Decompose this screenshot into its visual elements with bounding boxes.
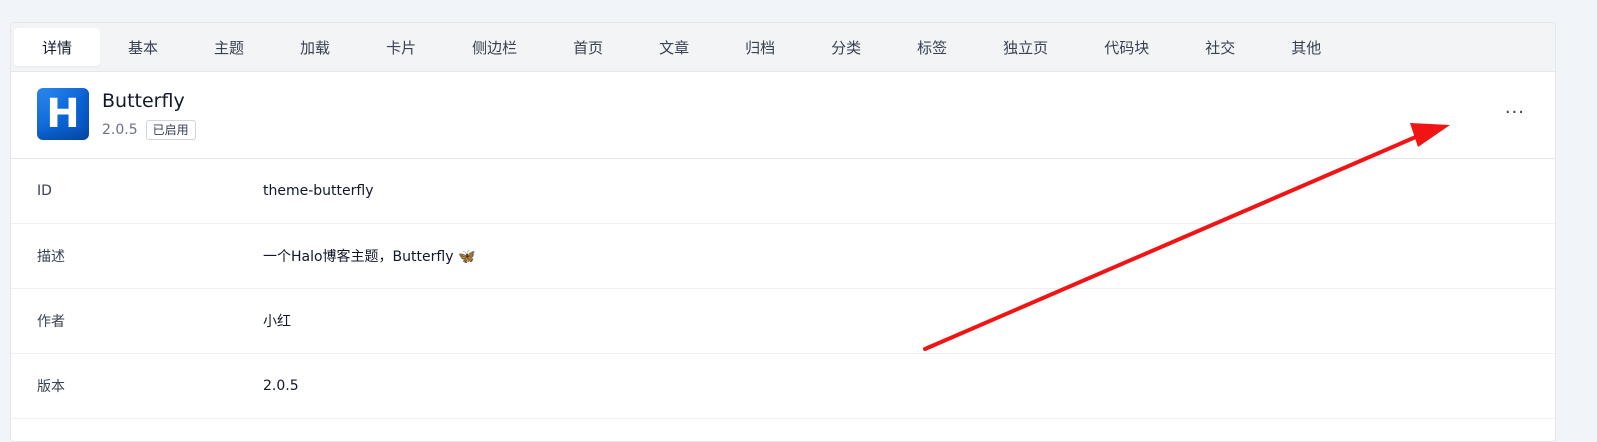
tab-post[interactable]: 文章 [631, 28, 717, 66]
tab-home[interactable]: 首页 [545, 28, 631, 66]
tab-theme[interactable]: 主题 [186, 28, 272, 66]
tab-archive[interactable]: 归档 [717, 28, 803, 66]
theme-name: Butterfly [102, 90, 185, 112]
detail-row-author: 作者 小红 [11, 289, 1555, 354]
tab-tags[interactable]: 标签 [889, 28, 975, 66]
detail-value: 小红 [263, 314, 291, 330]
tab-loading[interactable]: 加载 [272, 28, 358, 66]
theme-version: 2.0.5 [102, 122, 138, 138]
tab-cards[interactable]: 卡片 [358, 28, 444, 66]
tab-details[interactable]: 详情 [14, 28, 101, 66]
detail-row-description: 描述 一个Halo博客主题，Butterfly 🦋 [11, 224, 1555, 289]
detail-label: ID [37, 183, 52, 199]
theme-detail-card: 详情 基本 主题 加载 卡片 侧边栏 首页 文章 归档 分类 标签 独立页 代码… [10, 22, 1556, 442]
detail-value: theme-butterfly [263, 183, 374, 199]
theme-meta: 2.0.5 已启用 [102, 120, 196, 140]
more-options-icon[interactable]: ··· [1505, 102, 1525, 123]
tab-pages[interactable]: 独立页 [975, 28, 1076, 66]
detail-row-version: 版本 2.0.5 [11, 354, 1555, 419]
tab-other[interactable]: 其他 [1263, 28, 1349, 66]
theme-logo: H [37, 88, 89, 140]
tab-category[interactable]: 分类 [803, 28, 889, 66]
tab-bar: 详情 基本 主题 加载 卡片 侧边栏 首页 文章 归档 分类 标签 独立页 代码… [11, 23, 1555, 72]
tab-social[interactable]: 社交 [1177, 28, 1263, 66]
status-badge: 已启用 [145, 120, 196, 140]
theme-header: H Butterfly 2.0.5 已启用 ··· [11, 72, 1555, 159]
tab-codeblock[interactable]: 代码块 [1076, 28, 1177, 66]
detail-value: 一个Halo博客主题，Butterfly 🦋 [263, 249, 476, 265]
tab-basic[interactable]: 基本 [100, 28, 186, 66]
detail-label: 作者 [37, 314, 65, 330]
detail-label: 版本 [37, 379, 65, 395]
detail-value: 2.0.5 [263, 378, 299, 394]
detail-row-id: ID theme-butterfly [11, 159, 1555, 224]
detail-label: 描述 [37, 249, 65, 265]
tab-sidebar[interactable]: 侧边栏 [444, 28, 545, 66]
